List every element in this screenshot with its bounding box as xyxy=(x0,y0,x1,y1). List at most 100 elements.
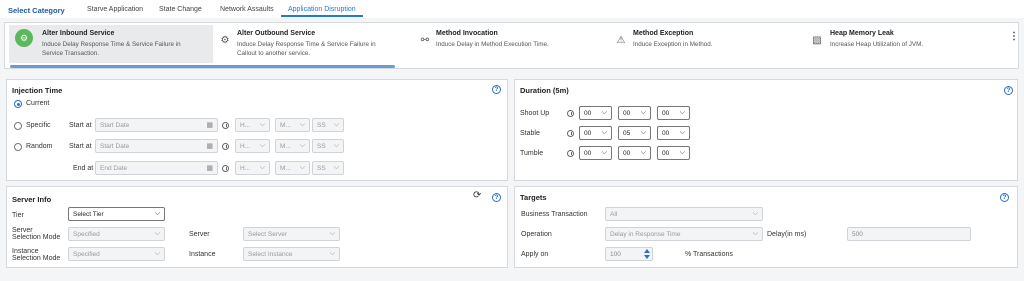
card-method-exception[interactable]: ⚠ Method Exception Induce Exception in M… xyxy=(611,25,807,63)
server-selection-mode-select[interactable]: Specified ⌵ xyxy=(68,227,165,241)
clock-icon xyxy=(222,165,229,172)
chevron-down-icon: ⌵ xyxy=(601,109,607,116)
stable-hour-select[interactable]: 00 ⌵ xyxy=(579,126,612,140)
stable-label: Stable xyxy=(520,130,540,137)
instance-selection-mode-select[interactable]: Specified ⌵ xyxy=(68,247,165,261)
tumble-minute-select[interactable]: 00 ⌵ xyxy=(618,146,651,160)
cards-scroll-indicator[interactable] xyxy=(10,65,395,68)
clock-icon xyxy=(567,150,574,157)
stepper-icon[interactable] xyxy=(644,249,650,259)
radio-specific[interactable] xyxy=(14,122,22,130)
radio-specific-label: Specific xyxy=(26,122,51,129)
chevron-down-icon: ⌵ xyxy=(752,230,758,237)
specific-minute-select[interactable]: M... ⌵ xyxy=(275,118,310,132)
card-alter-outbound-service[interactable]: ⚙ Alter Outbound Service Induce Delay Re… xyxy=(213,25,411,63)
business-transaction-select[interactable]: All ⌵ xyxy=(605,207,763,221)
apply-on-percent-input[interactable]: 100 xyxy=(605,247,653,261)
card-heap-memory-leak[interactable]: ▧ Heap Memory Leak Increase Heap Utiliza… xyxy=(807,25,1003,63)
random-end-hour-select[interactable]: H... ⌵ xyxy=(235,161,270,175)
chevron-down-icon: ⌵ xyxy=(154,210,160,217)
stable-second-select[interactable]: 00 ⌵ xyxy=(657,126,690,140)
gear-icon: ⚙ xyxy=(15,29,33,47)
server-select[interactable]: Select Server ⌵ xyxy=(243,227,340,241)
chevron-down-icon: ⌵ xyxy=(601,129,607,136)
shoot-up-second-select[interactable]: 00 ⌵ xyxy=(657,106,690,120)
chevron-down-icon: ⌵ xyxy=(259,142,265,149)
shoot-up-minute-select[interactable]: 00 ⌵ xyxy=(618,106,651,120)
start-at-label: Start at xyxy=(69,122,92,129)
random-start-second-select[interactable]: SS ⌵ xyxy=(312,139,344,153)
clock-icon xyxy=(567,130,574,137)
chevron-down-icon: ⌵ xyxy=(299,121,305,128)
instance-select[interactable]: Select Instance ⌵ xyxy=(243,247,340,261)
more-options-icon[interactable]: ⋮ xyxy=(1009,31,1019,42)
specific-start-date-input[interactable]: Start Date ▦ xyxy=(95,118,218,132)
apply-on-label: Apply on xyxy=(521,251,549,258)
fault-type-cards: ⚙ Alter Inbound Service Induce Delay Res… xyxy=(4,22,1019,69)
tumble-hour-select[interactable]: 00 ⌵ xyxy=(579,146,612,160)
radio-current-label: Current xyxy=(26,100,50,107)
operation-select[interactable]: Delay in Response Time ⌵ xyxy=(605,227,763,241)
server-label: Server xyxy=(189,231,210,238)
random-end-minute-select[interactable]: M... ⌵ xyxy=(275,161,310,175)
help-icon[interactable]: ? xyxy=(1004,86,1013,95)
chevron-down-icon: ⌵ xyxy=(333,121,339,128)
targets-title: Targets xyxy=(520,193,547,202)
chevron-down-icon: ⌵ xyxy=(679,149,685,156)
operation-label: Operation xyxy=(521,231,552,238)
clock-icon xyxy=(222,122,229,129)
specific-second-select[interactable]: SS ⌵ xyxy=(312,118,344,132)
start-at-label: Start at xyxy=(69,143,92,150)
shoot-up-hour-select[interactable]: 00 ⌵ xyxy=(579,106,612,120)
end-at-label: End at xyxy=(73,165,94,172)
card-desc: Increase Heap Utilization of JVM. xyxy=(830,41,924,48)
radio-random[interactable] xyxy=(14,143,22,151)
calendar-icon: ▦ xyxy=(206,165,213,172)
injection-time-panel: Injection Time ? Current Specific Start … xyxy=(6,79,508,181)
memory-icon: ▧ xyxy=(812,34,822,46)
random-start-minute-select[interactable]: M... ⌵ xyxy=(275,139,310,153)
server-selection-mode-label: Server Selection Mode xyxy=(12,227,61,241)
duration-title: Duration (5m) xyxy=(520,86,569,95)
instance-label: Instance xyxy=(189,251,216,258)
card-method-invocation[interactable]: ⚯ Method Invocation Induce Delay in Meth… xyxy=(411,25,611,63)
tab-application-disruption[interactable]: Application Disruption xyxy=(288,6,356,13)
clock-icon xyxy=(567,110,574,117)
radio-current[interactable] xyxy=(14,100,22,108)
chevron-down-icon: ⌵ xyxy=(329,250,335,257)
refresh-icon[interactable]: ⟳ xyxy=(473,190,481,201)
random-start-date-input[interactable]: Start Date ▦ xyxy=(95,139,218,153)
random-end-date-input[interactable]: End Date ▦ xyxy=(95,161,218,175)
chevron-down-icon: ⌵ xyxy=(299,164,305,171)
server-info-title: Server Info xyxy=(12,195,52,204)
delay-label: Delay(in ms) xyxy=(767,231,807,238)
duration-panel: Duration (5m) ? Shoot Up 00 ⌵ 00 ⌵ 00 ⌵ Sta… xyxy=(514,79,1018,181)
card-alter-inbound-service[interactable]: ⚙ Alter Inbound Service Induce Delay Res… xyxy=(9,25,213,63)
delay-input[interactable]: 500 xyxy=(847,227,971,241)
tab-network-assaults[interactable]: Network Assaults xyxy=(220,6,274,13)
warning-icon: ⚠ xyxy=(616,34,626,46)
chevron-down-icon: ⌵ xyxy=(640,149,646,156)
help-icon[interactable]: ? xyxy=(492,85,501,94)
chevron-down-icon: ⌵ xyxy=(259,121,265,128)
help-icon[interactable]: ? xyxy=(492,193,501,202)
random-end-second-select[interactable]: SS ⌵ xyxy=(312,161,344,175)
chevron-down-icon: ⌵ xyxy=(154,250,160,257)
targets-panel: Targets ? Business Transaction All ⌵ Oper… xyxy=(514,186,1018,268)
random-start-hour-select[interactable]: H... ⌵ xyxy=(235,139,270,153)
help-icon[interactable]: ? xyxy=(1000,193,1009,202)
stable-minute-select[interactable]: 05 ⌵ xyxy=(618,126,651,140)
chevron-down-icon: ⌵ xyxy=(259,164,265,171)
link-icon: ⚯ xyxy=(420,34,430,46)
card-title: Method Exception xyxy=(633,30,694,37)
tab-state-change[interactable]: State Change xyxy=(159,6,202,13)
select-category-label: Select Category xyxy=(8,6,65,15)
chevron-down-icon: ⌵ xyxy=(333,164,339,171)
calendar-icon: ▦ xyxy=(206,122,213,129)
tumble-second-select[interactable]: 00 ⌵ xyxy=(657,146,690,160)
chevron-down-icon: ⌵ xyxy=(329,230,335,237)
specific-hour-select[interactable]: H... ⌵ xyxy=(235,118,270,132)
tier-select[interactable]: Select Tier ⌵ xyxy=(68,207,165,221)
tab-starve-application[interactable]: Starve Application xyxy=(87,6,143,13)
category-tab-bar: Select Category Starve Application State… xyxy=(0,0,1024,18)
